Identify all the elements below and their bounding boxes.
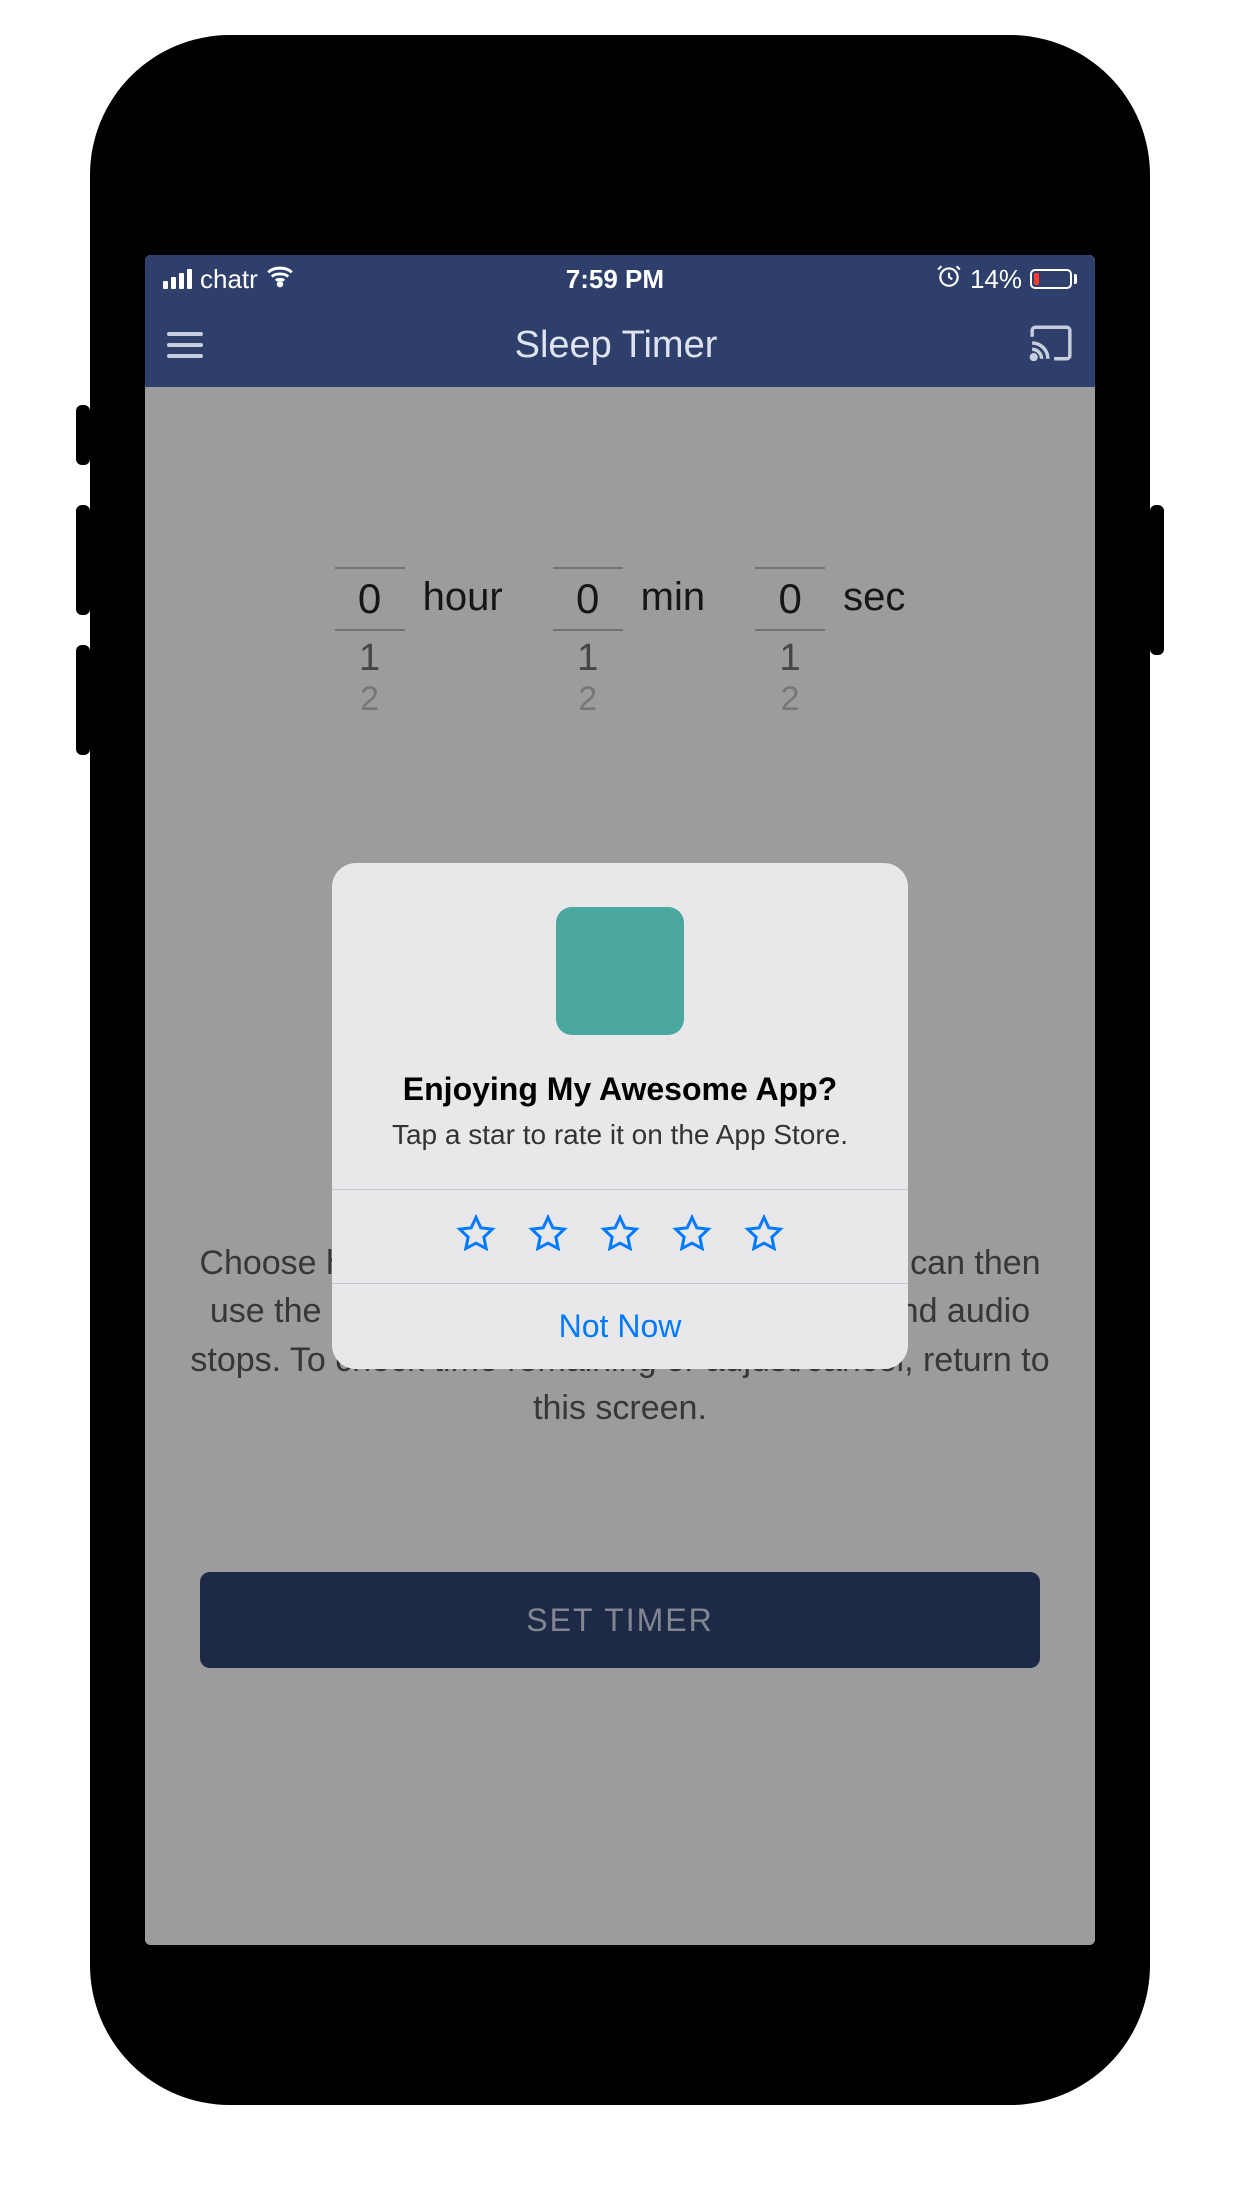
screen: chatr 7:59 PM 14% Sleep Tim (145, 255, 1095, 1945)
signal-icon (163, 269, 192, 289)
dialog-subtitle: Tap a star to rate it on the App Store. (372, 1116, 868, 1154)
star-row (332, 1189, 908, 1284)
star-icon[interactable] (744, 1214, 784, 1259)
carrier-label: chatr (200, 264, 258, 295)
device-side-button (76, 405, 90, 465)
page-title: Sleep Timer (515, 324, 718, 367)
device-frame: chatr 7:59 PM 14% Sleep Tim (90, 35, 1150, 2105)
status-bar: chatr 7:59 PM 14% (145, 255, 1095, 303)
star-icon[interactable] (672, 1214, 712, 1259)
content-area: 0 1 2 hour 0 1 2 min 0 (145, 387, 1095, 1945)
device-side-button (76, 645, 90, 755)
star-icon[interactable] (528, 1214, 568, 1259)
nav-bar: Sleep Timer (145, 303, 1095, 387)
status-time: 7:59 PM (566, 264, 664, 295)
status-left: chatr (163, 262, 294, 297)
star-icon[interactable] (456, 1214, 496, 1259)
device-side-button (1150, 505, 1164, 655)
app-icon (556, 907, 684, 1035)
status-right: 14% (936, 263, 1077, 296)
battery-percent-label: 14% (970, 264, 1022, 295)
not-now-button[interactable]: Not Now (332, 1284, 908, 1369)
alarm-icon (936, 263, 962, 296)
rating-dialog: Enjoying My Awesome App? Tap a star to r… (332, 863, 908, 1370)
not-now-label: Not Now (559, 1308, 682, 1344)
star-icon[interactable] (600, 1214, 640, 1259)
cast-icon[interactable] (1029, 325, 1073, 366)
modal-overlay: Enjoying My Awesome App? Tap a star to r… (145, 387, 1095, 1945)
device-side-button (76, 505, 90, 615)
menu-icon[interactable] (167, 332, 203, 358)
dialog-title: Enjoying My Awesome App? (372, 1071, 868, 1108)
battery-icon (1030, 269, 1077, 289)
wifi-icon (266, 262, 294, 297)
